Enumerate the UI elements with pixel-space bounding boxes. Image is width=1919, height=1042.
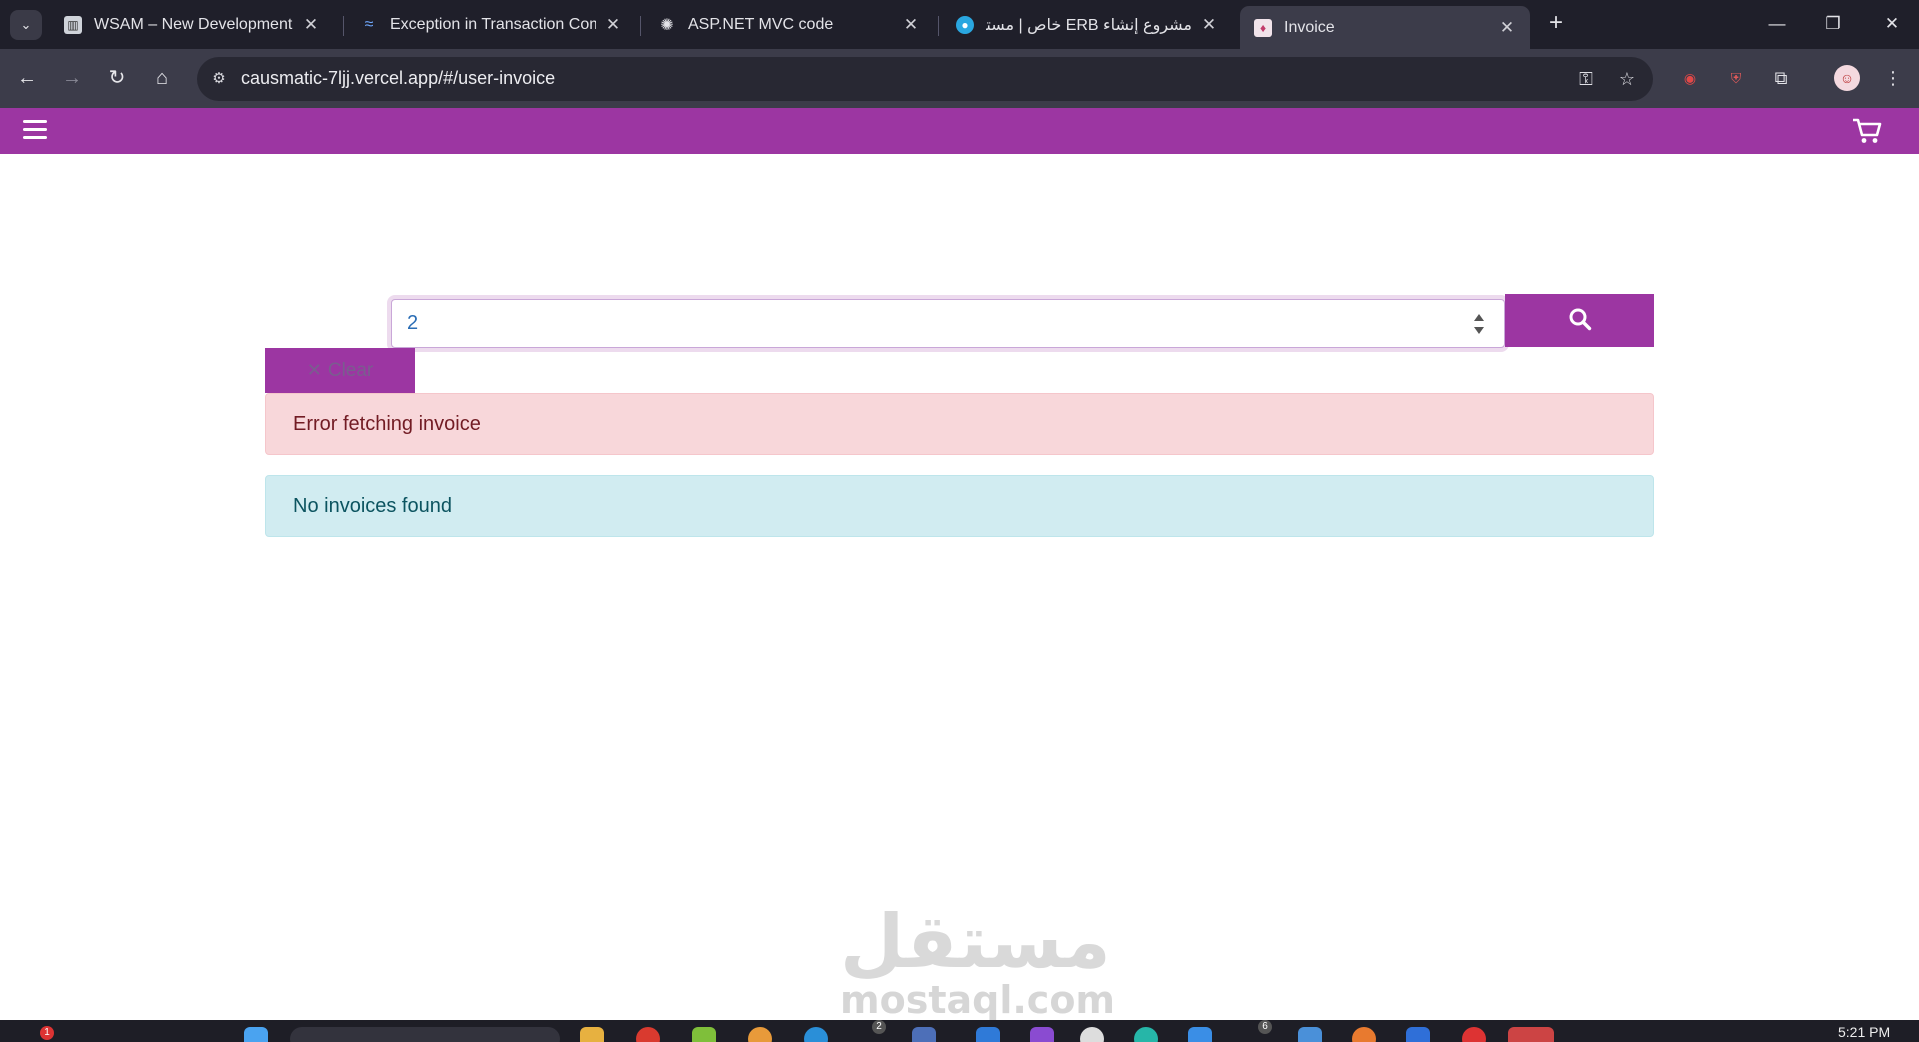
tab-aspnet[interactable]: ✺ ASP.NET MVC code ✕ xyxy=(644,8,934,42)
app-navbar xyxy=(0,108,1919,154)
react-icon: ♦ xyxy=(1254,18,1272,37)
notification-badge: 2 xyxy=(872,1020,886,1034)
close-icon[interactable]: ✕ xyxy=(302,15,320,35)
chrome-icon[interactable] xyxy=(636,1027,660,1042)
taskbar-clock: 5:21 PM xyxy=(1838,1024,1891,1040)
tab-mostaql[interactable]: ● مشروع إنشاء ERB خاص | مستقل ✕ xyxy=(942,8,1232,42)
close-icon[interactable]: ✕ xyxy=(1200,15,1218,35)
extension-shield-icon[interactable]: ⛨ xyxy=(1723,65,1749,91)
app-icon[interactable] xyxy=(692,1027,716,1042)
reload-icon[interactable]: ↻ xyxy=(102,63,132,93)
tab-separator xyxy=(343,16,344,36)
site-info-icon[interactable]: ⚙ xyxy=(207,67,231,91)
app-icon[interactable] xyxy=(1188,1027,1212,1042)
tab-wsam[interactable]: ▥ WSAM – New Development (Q2 ✕ xyxy=(50,8,334,42)
watermark-logo-arabic: مستقل xyxy=(840,899,1111,985)
restore-icon[interactable]: ❐ xyxy=(1813,10,1853,38)
profile-avatar-icon[interactable]: ☺ xyxy=(1834,65,1860,91)
tab-search-icon[interactable]: ⌄ xyxy=(10,10,42,40)
app-icon[interactable] xyxy=(1298,1027,1322,1042)
mostaql-icon: ● xyxy=(956,16,974,34)
app-icon[interactable] xyxy=(1406,1027,1430,1042)
tab-exception[interactable]: ≈ Exception in Transaction Comm ✕ xyxy=(346,8,636,42)
app-icon[interactable] xyxy=(1462,1027,1486,1042)
taskbar-search-box[interactable] xyxy=(290,1027,560,1042)
extensions-puzzle-icon[interactable]: ⧉ xyxy=(1768,65,1794,91)
openai-icon: ✺ xyxy=(660,17,674,34)
app-icon[interactable] xyxy=(1508,1027,1554,1042)
watermark-logo-latin: mostaql.com xyxy=(840,978,1116,1022)
os-taskbar: 1 2 6 5:21 PM xyxy=(0,1020,1919,1042)
extension-record-icon[interactable]: ◉ xyxy=(1677,65,1703,91)
clear-x-icon: ✕ xyxy=(306,360,322,380)
notification-badge: 1 xyxy=(40,1026,54,1040)
app-icon[interactable] xyxy=(1134,1027,1158,1042)
minimize-icon[interactable]: — xyxy=(1757,10,1797,38)
tab-separator xyxy=(938,16,939,36)
app-icon[interactable] xyxy=(804,1027,828,1042)
new-tab-icon[interactable]: + xyxy=(1544,11,1568,36)
close-icon[interactable]: ✕ xyxy=(604,15,622,35)
bird-icon: ≈ xyxy=(364,16,374,33)
menu-kebab-icon[interactable]: ⋮ xyxy=(1880,65,1906,91)
app-icon[interactable] xyxy=(1352,1027,1376,1042)
book-icon: ▥ xyxy=(64,16,82,34)
tab-separator xyxy=(640,16,641,36)
close-window-icon[interactable]: ✕ xyxy=(1872,10,1912,38)
tab-invoice[interactable]: ♦ Invoice ✕ xyxy=(1240,6,1530,49)
app-icon[interactable] xyxy=(912,1027,936,1042)
browser-toolbar: ← → ↻ ⌂ ⚙ causmatic-7ljj.vercel.app/#/us… xyxy=(0,49,1919,108)
app-icon[interactable] xyxy=(1080,1027,1104,1042)
notification-badge: 6 xyxy=(1258,1020,1272,1034)
url-text[interactable]: causmatic-7ljj.vercel.app/#/user-invoice xyxy=(241,68,555,89)
app-icon[interactable] xyxy=(976,1027,1000,1042)
search-button[interactable] xyxy=(1505,294,1654,347)
clear-label: Clear xyxy=(327,359,374,381)
invoice-search-input[interactable] xyxy=(391,299,1505,348)
address-bar[interactable]: ⚙ causmatic-7ljj.vercel.app/#/user-invoi… xyxy=(197,57,1653,101)
bookmark-star-icon[interactable]: ☆ xyxy=(1615,67,1639,91)
number-spinner-icon[interactable] xyxy=(1472,310,1486,338)
clear-button[interactable]: ✕ Clear xyxy=(265,348,415,393)
error-alert: Error fetching invoice xyxy=(265,393,1654,455)
hamburger-menu-icon[interactable] xyxy=(23,120,47,140)
file-explorer-icon[interactable] xyxy=(580,1027,604,1042)
app-icon[interactable] xyxy=(748,1027,772,1042)
home-icon[interactable]: ⌂ xyxy=(147,63,177,93)
close-icon[interactable]: ✕ xyxy=(902,15,920,35)
visual-studio-icon[interactable] xyxy=(1030,1027,1054,1042)
cart-icon[interactable] xyxy=(1852,117,1882,145)
search-icon xyxy=(1569,308,1591,331)
back-icon[interactable]: ← xyxy=(12,63,42,93)
forward-icon[interactable]: → xyxy=(57,63,87,93)
close-icon[interactable]: ✕ xyxy=(1498,18,1516,38)
browser-tab-strip: ⌄ ▥ WSAM – New Development (Q2 ✕ ≈ Excep… xyxy=(0,0,1919,49)
start-windows-icon[interactable] xyxy=(244,1027,268,1042)
password-key-icon[interactable]: ⚿ xyxy=(1574,67,1598,91)
info-alert: No invoices found xyxy=(265,475,1654,537)
